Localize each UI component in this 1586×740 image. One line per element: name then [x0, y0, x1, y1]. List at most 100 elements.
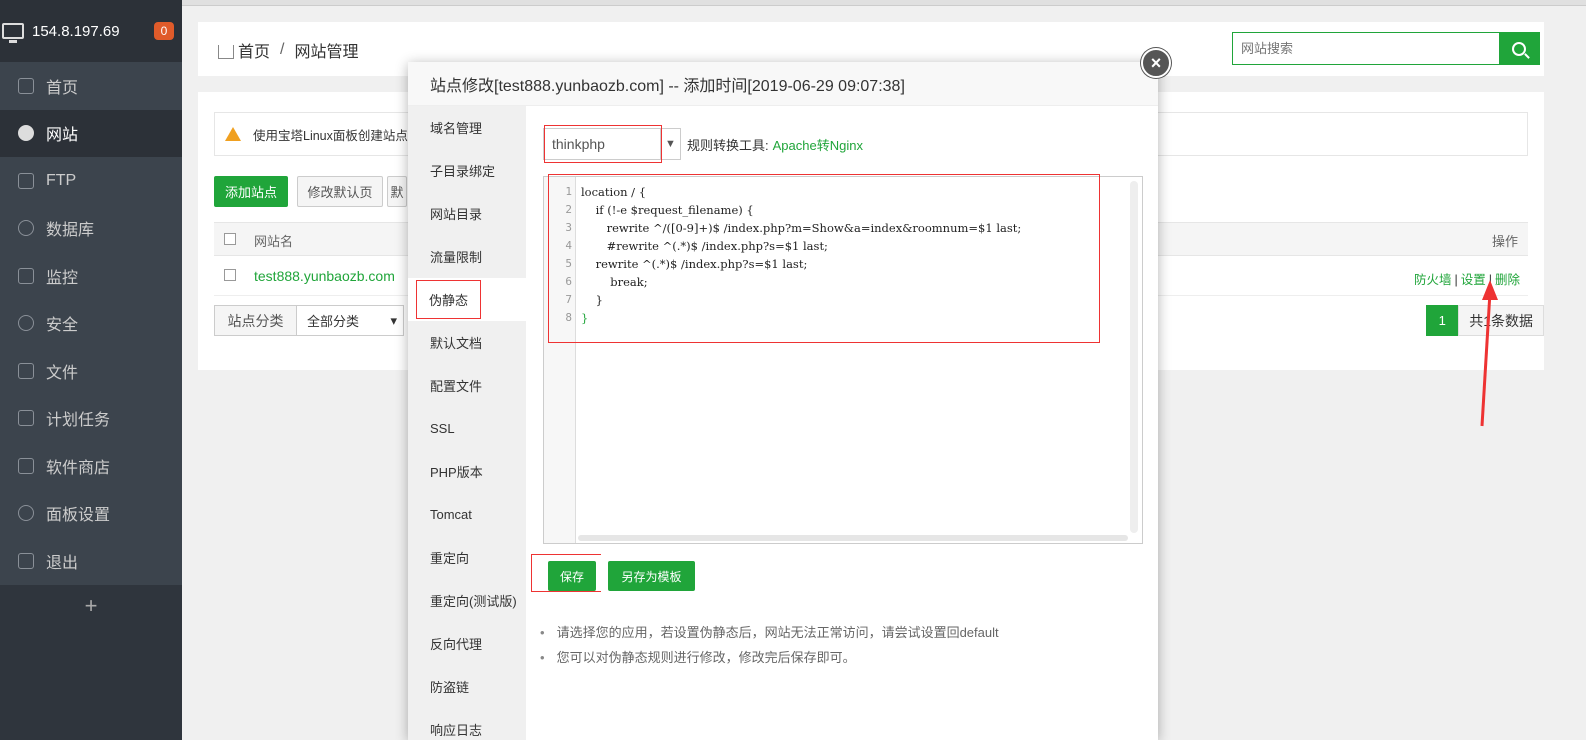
dialog-tabs: 域名管理 子目录绑定 网站目录 流量限制 伪静态 默认文档 配置文件 SSL P… [408, 106, 526, 740]
tab-php[interactable]: PHP版本 [408, 450, 526, 493]
site-category-filter: 站点分类 全部分类 ▾ [214, 305, 404, 336]
tab-ssl[interactable]: SSL [408, 407, 526, 450]
red-arrow-annotation [1480, 280, 1498, 427]
row-ops: 防火墙 | 设置 | 删除 [1413, 273, 1520, 287]
sidebar-item-monitor[interactable]: 监控 [0, 252, 182, 300]
column-ops: 操作 [1491, 234, 1518, 249]
sidebar-item-label: 计划任务 [46, 412, 111, 430]
highlight-box [544, 125, 662, 163]
monitor-icon [18, 267, 34, 284]
apache-to-nginx-link[interactable]: Apache转Nginx [773, 138, 863, 153]
sidebar-item-label: 面板设置 [46, 507, 111, 525]
sidebar-item-label: 软件商店 [46, 459, 111, 477]
tab-reverse-proxy[interactable]: 反向代理 [408, 622, 526, 665]
tab-traffic[interactable]: 流量限制 [408, 235, 526, 278]
vertical-scrollbar[interactable] [1130, 181, 1138, 533]
sidebar-item-home[interactable]: 首页 [0, 62, 182, 110]
highlight-box [548, 174, 1100, 343]
sidebar-item-label: 文件 [46, 364, 79, 382]
horizontal-scrollbar[interactable] [578, 535, 1128, 541]
sidebar-item-label: 数据库 [46, 222, 95, 240]
apps-icon [18, 457, 34, 474]
warning-icon [225, 127, 241, 141]
shield-icon [18, 315, 34, 332]
notification-badge[interactable]: 0 [154, 22, 174, 40]
category-select[interactable]: 全部分类 ▾ [297, 306, 403, 335]
server-ip-bar: 154.8.197.69 0 [0, 0, 182, 62]
tab-subdir[interactable]: 子目录绑定 [408, 149, 526, 192]
breadcrumb-separator: / [280, 41, 285, 58]
column-name[interactable]: 网站名 [254, 231, 293, 250]
tab-response-log[interactable]: 响应日志 [408, 708, 526, 740]
sidebar-item-logout[interactable]: 退出 [0, 537, 182, 585]
add-site-button[interactable]: 添加站点 [214, 176, 288, 207]
tab-tomcat[interactable]: Tomcat [408, 493, 526, 536]
tab-site-dir[interactable]: 网站目录 [408, 192, 526, 235]
tip-item: 请选择您的应用，若设置伪静态后，网站无法正常访问，请尝试设置回default [540, 620, 999, 645]
add-icon[interactable]: + [0, 593, 182, 619]
gear-icon [18, 505, 34, 522]
server-ip: 154.8.197.69 [32, 22, 120, 40]
tab-rewrite[interactable]: 伪静态 [408, 278, 526, 321]
close-button[interactable]: × [1141, 48, 1171, 78]
sidebar-item-label: 监控 [46, 269, 79, 287]
rewrite-code-editor[interactable]: 1 2 3 4 5 6 7 8 location / { if (!-e $re… [543, 174, 1143, 544]
page-number[interactable]: 1 [1426, 305, 1459, 336]
monitor-icon [2, 23, 24, 43]
globe-icon [18, 125, 34, 142]
sidebar-item-database[interactable]: 数据库 [0, 205, 182, 253]
save-button[interactable]: 保存 [548, 561, 596, 591]
row-checkbox[interactable] [224, 269, 236, 281]
search-icon [1512, 41, 1526, 56]
rewrite-toolbar: thinkphp ▼ 规则转换工具: Apache转Nginx [543, 125, 863, 163]
sidebar-item-store[interactable]: 软件商店 [0, 442, 182, 490]
ftp-icon [18, 172, 34, 189]
tab-config[interactable]: 配置文件 [408, 364, 526, 407]
sidebar-item-website[interactable]: 网站 [0, 109, 182, 157]
tab-default-doc[interactable]: 默认文档 [408, 321, 526, 364]
logout-icon [18, 552, 34, 569]
rewrite-template-select[interactable]: thinkphp ▼ [543, 125, 681, 163]
tab-redirect-beta[interactable]: 重定向(测试版) [408, 579, 526, 622]
breadcrumb-home[interactable]: 首页 [238, 38, 270, 62]
tab-hotlink[interactable]: 防盗链 [408, 665, 526, 708]
tip-item: 您可以对伪静态规则进行修改，修改完后保存即可。 [540, 645, 999, 670]
sidebar-item-label: FTP [46, 171, 77, 189]
sidebar-item-ftp[interactable]: FTP [0, 157, 182, 205]
home-icon [218, 45, 234, 59]
more-button[interactable]: 默 [387, 176, 407, 207]
sidebar-item-cron[interactable]: 计划任务 [0, 395, 182, 443]
tab-domain[interactable]: 域名管理 [408, 106, 526, 149]
dialog-title: 站点修改[test888.yunbaozb.com] -- 添加时间[2019-… [408, 62, 1158, 106]
rewrite-tips: 请选择您的应用，若设置伪静态后，网站无法正常访问，请尝试设置回default 您… [540, 620, 999, 670]
top-border [182, 0, 1586, 6]
site-link[interactable]: test888.yunbaozb.com [254, 268, 395, 284]
sidebar-item-label: 退出 [46, 554, 79, 572]
chevron-down-icon: ▼ [660, 129, 680, 159]
category-value: 全部分类 [307, 314, 360, 329]
sidebar-item-files[interactable]: 文件 [0, 347, 182, 395]
breadcrumb: 首页 / 网站管理 [218, 38, 358, 62]
search-input[interactable] [1233, 33, 1499, 64]
sidebar: 154.8.197.69 0 首页 网站 FTP 数据库 监控 安全 文件 计划… [0, 0, 182, 740]
convert-label: 规则转换工具: [687, 137, 769, 153]
site-search [1232, 32, 1540, 65]
sidebar-footer: + [0, 585, 182, 740]
chevron-down-icon: ▾ [390, 312, 397, 328]
search-button[interactable] [1499, 33, 1539, 64]
select-all-checkbox[interactable] [224, 233, 236, 245]
sidebar-item-panel-settings[interactable]: 面板设置 [0, 490, 182, 538]
notice-text: 使用宝塔Linux面板创建站点 [253, 128, 408, 143]
sidebar-item-label: 安全 [46, 317, 79, 335]
sidebar-item-label: 首页 [46, 79, 79, 97]
firewall-link[interactable]: 防火墙 [1414, 273, 1452, 287]
breadcrumb-current: 网站管理 [294, 44, 359, 61]
save-as-template-button[interactable]: 另存为模板 [608, 561, 695, 591]
home-icon [18, 77, 34, 94]
modify-default-page-button[interactable]: 修改默认页 [297, 176, 383, 207]
sidebar-item-label: 网站 [46, 127, 79, 145]
database-icon [18, 220, 34, 237]
calendar-icon [18, 410, 34, 427]
sidebar-item-security[interactable]: 安全 [0, 300, 182, 348]
tab-redirect[interactable]: 重定向 [408, 536, 526, 579]
